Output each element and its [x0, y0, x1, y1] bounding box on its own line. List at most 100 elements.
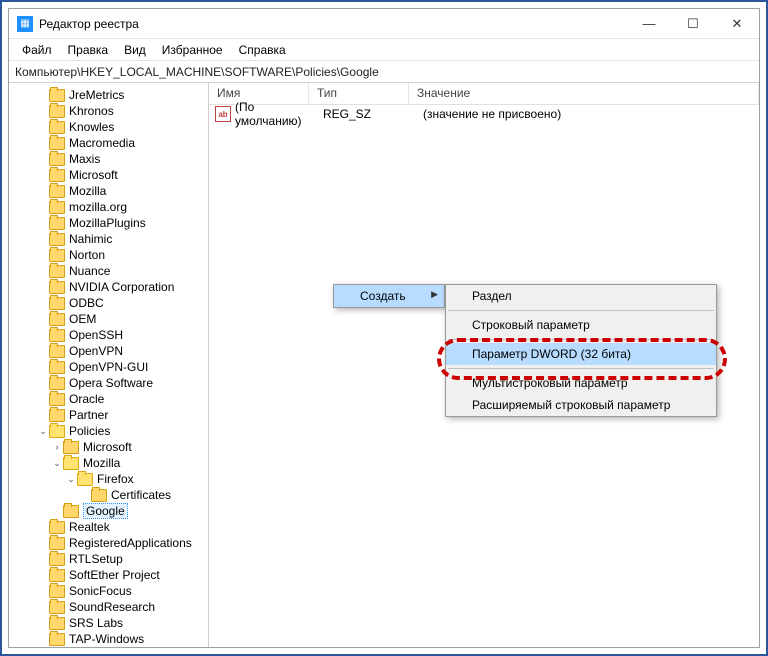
menu-file[interactable]: Файл [15, 41, 59, 59]
tree-item[interactable]: › Microsoft [9, 439, 208, 455]
menu-item[interactable]: Создать [334, 285, 444, 307]
tree-item[interactable]: RTLSetup [9, 551, 208, 567]
folder-icon [49, 313, 65, 326]
menubar: Файл Правка Вид Избранное Справка [9, 39, 759, 61]
tree-item[interactable]: OpenVPN-GUI [9, 359, 208, 375]
expand-icon[interactable]: ⌄ [51, 458, 63, 469]
folder-icon [49, 601, 65, 614]
tree-item[interactable]: Mozilla [9, 183, 208, 199]
folder-icon [49, 521, 65, 534]
tree-item-label: Norton [69, 248, 105, 262]
tree-item[interactable]: Khronos [9, 103, 208, 119]
tree-pane: JreMetricsKhronosKnowlesMacromediaMaxisM… [9, 83, 209, 647]
menu-edit[interactable]: Правка [61, 41, 116, 59]
folder-icon [49, 281, 65, 294]
tree-item[interactable]: SonicFocus [9, 583, 208, 599]
maximize-button[interactable]: ☐ [671, 9, 715, 39]
tree-item[interactable]: Nahimic [9, 231, 208, 247]
menu-item[interactable]: Строковый параметр [446, 314, 716, 336]
tree-item-label: NVIDIA Corporation [69, 280, 174, 294]
value-name: (По умолчанию) [235, 100, 315, 128]
folder-icon [49, 185, 65, 198]
col-value[interactable]: Значение [409, 83, 759, 104]
tree-item[interactable]: SoundResearch [9, 599, 208, 615]
folder-icon [49, 425, 65, 438]
tree-item[interactable]: MozillaPlugins [9, 215, 208, 231]
folder-icon [49, 89, 65, 102]
folder-icon [49, 137, 65, 150]
tree-item-label: RegisteredApplications [69, 536, 192, 550]
tree-item-label: JreMetrics [69, 88, 124, 102]
expand-icon[interactable]: ⌄ [37, 426, 49, 437]
context-menu[interactable]: Создать [333, 284, 445, 308]
tree-item-label: Microsoft [83, 440, 132, 454]
folder-icon [49, 537, 65, 550]
tree-item[interactable]: Google [9, 503, 208, 519]
tree-item-label: Firefox [97, 472, 134, 486]
tree-item[interactable]: OpenSSH [9, 327, 208, 343]
registry-tree[interactable]: JreMetricsKhronosKnowlesMacromediaMaxisM… [9, 83, 208, 647]
tree-item-label: TAP-Windows [69, 632, 144, 646]
folder-icon [49, 217, 65, 230]
tree-item[interactable]: Maxis [9, 151, 208, 167]
menu-view[interactable]: Вид [117, 41, 153, 59]
folder-icon [49, 377, 65, 390]
tree-item[interactable]: Opera Software [9, 375, 208, 391]
folder-icon [49, 553, 65, 566]
tree-item[interactable]: OEM [9, 311, 208, 327]
menu-separator [448, 368, 714, 369]
tree-item[interactable]: ⌄ Firefox [9, 471, 208, 487]
list-row[interactable]: ab(По умолчанию)REG_SZ(значение не присв… [209, 105, 759, 123]
folder-icon [77, 473, 93, 486]
menu-item[interactable]: Раздел [446, 285, 716, 307]
folder-icon [49, 409, 65, 422]
col-type[interactable]: Тип [309, 83, 409, 104]
tree-item[interactable]: Microsoft [9, 167, 208, 183]
menu-favorites[interactable]: Избранное [155, 41, 230, 59]
tree-item[interactable]: SRS Labs [9, 615, 208, 631]
tree-item[interactable]: NVIDIA Corporation [9, 279, 208, 295]
tree-item[interactable]: Knowles [9, 119, 208, 135]
folder-icon [49, 633, 65, 646]
tree-item-label: Mozilla [69, 184, 106, 198]
tree-item[interactable]: Macromedia [9, 135, 208, 151]
menu-item[interactable]: Расширяемый строковый параметр [446, 394, 716, 416]
menu-item[interactable]: Мультистроковый параметр [446, 372, 716, 394]
tree-item[interactable]: JreMetrics [9, 87, 208, 103]
folder-icon [49, 121, 65, 134]
tree-item[interactable]: RegisteredApplications [9, 535, 208, 551]
folder-icon [49, 105, 65, 118]
tree-item[interactable]: Certificates [9, 487, 208, 503]
close-button[interactable]: ✕ [715, 9, 759, 39]
tree-item[interactable]: Norton [9, 247, 208, 263]
expand-icon[interactable]: › [51, 442, 63, 452]
tree-item[interactable]: SoftEther Project [9, 567, 208, 583]
context-submenu-new[interactable]: Раздел Строковый параметр Параметр DWORD (… [445, 284, 717, 417]
tree-item[interactable]: OpenVPN [9, 343, 208, 359]
tree-item[interactable]: Oracle [9, 391, 208, 407]
tree-item[interactable]: ⌄Mozilla [9, 455, 208, 471]
menu-item[interactable]: Параметр DWORD (32 бита) [446, 343, 716, 365]
tree-item[interactable]: TAP-Windows [9, 631, 208, 647]
value-type: REG_SZ [315, 107, 415, 121]
tree-item-label: OpenSSH [69, 328, 123, 342]
tree-item-label: OEM [69, 312, 96, 326]
folder-icon [49, 329, 65, 342]
tree-item-label: Knowles [69, 120, 114, 134]
expand-icon[interactable]: ⌄ [65, 474, 77, 485]
tree-item[interactable]: Partner [9, 407, 208, 423]
tree-item[interactable]: Nuance [9, 263, 208, 279]
minimize-button[interactable]: — [627, 9, 671, 39]
menu-help[interactable]: Справка [232, 41, 293, 59]
tree-item[interactable]: mozilla.org [9, 199, 208, 215]
folder-icon [49, 153, 65, 166]
folder-icon [63, 441, 79, 454]
tree-item[interactable]: Realtek [9, 519, 208, 535]
tree-item-label: MozillaPlugins [69, 216, 146, 230]
tree-item[interactable]: ⌄Policies [9, 423, 208, 439]
regedit-window: ▦ Редактор реестра — ☐ ✕ Файл Правка Вид… [8, 8, 760, 648]
tree-item-label: Macromedia [69, 136, 135, 150]
tree-item[interactable]: ODBC [9, 295, 208, 311]
address-bar[interactable]: Компьютер\HKEY_LOCAL_MACHINE\SOFTWARE\Po… [9, 61, 759, 83]
folder-icon [49, 345, 65, 358]
